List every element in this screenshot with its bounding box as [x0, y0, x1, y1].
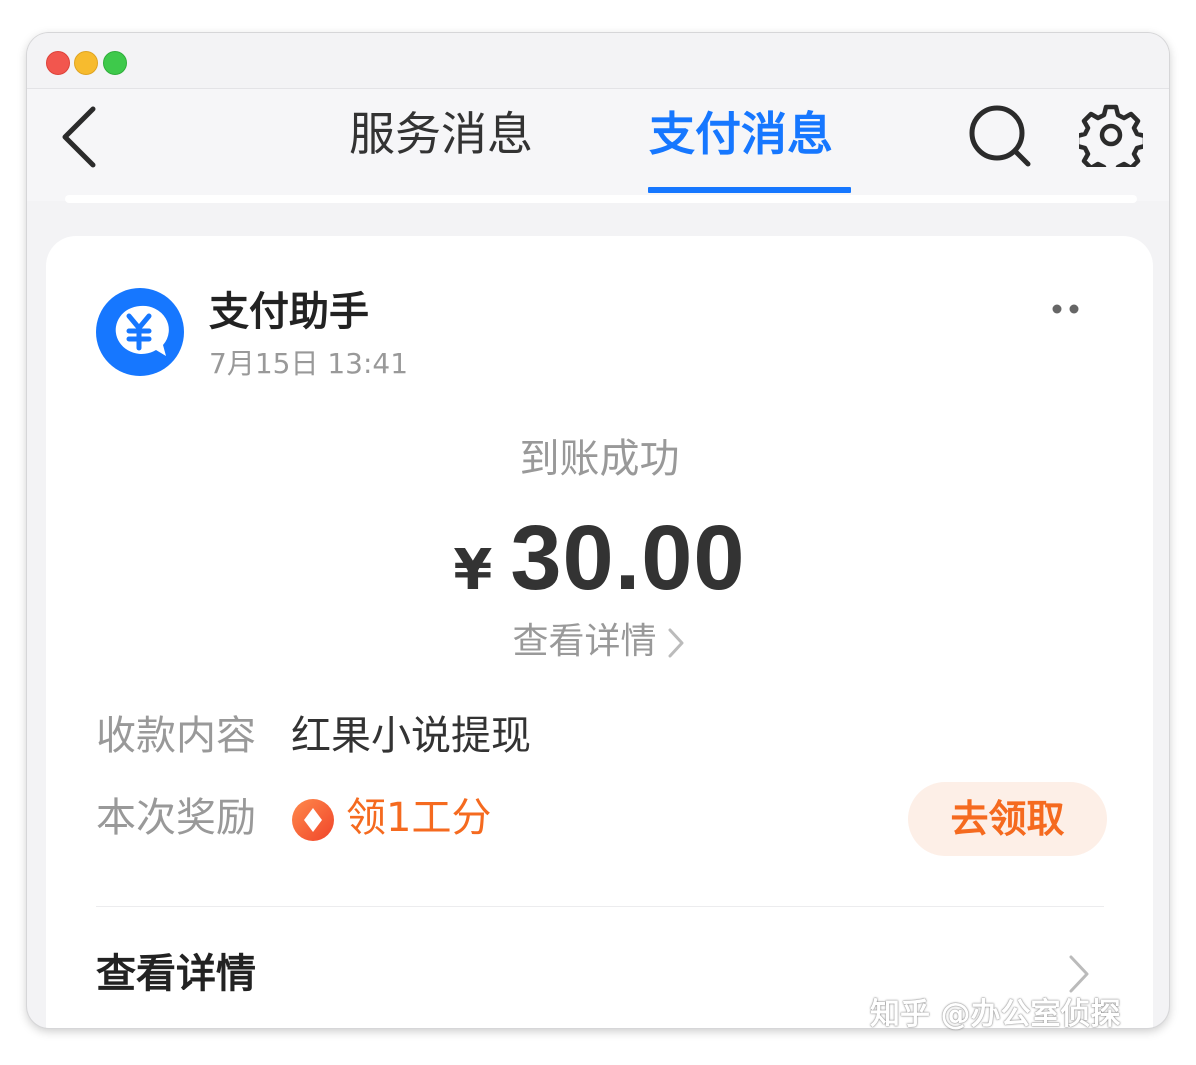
claim-reward-button[interactable]: 去领取 [908, 782, 1107, 856]
card-divider [96, 906, 1104, 907]
reward-value: 领1工分 [346, 795, 492, 841]
message-timestamp: 7月15日 13:41 [209, 347, 409, 380]
payment-amount: 30.00 [510, 507, 746, 609]
receipt-content-value: 红果小说提现 [291, 713, 531, 759]
app-window: 服务消息 支付消息 支付助手 7月15日 13:41 到账成功 ¥ 30.00 … [27, 33, 1169, 1028]
reward-label: 本次奖励 [96, 795, 256, 841]
maximize-window-button[interactable] [103, 51, 127, 75]
view-details-link[interactable]: 查看详情 [46, 616, 1153, 668]
tab-payment-messages[interactable]: 支付消息 [649, 99, 833, 169]
active-tab-indicator [648, 187, 851, 193]
chevron-right-icon[interactable] [1066, 952, 1092, 996]
payment-message-card: 支付助手 7月15日 13:41 到账成功 ¥30.00 查看详情 收款内容 红… [46, 236, 1153, 1028]
view-details-footer-link[interactable]: 查看详情 [96, 946, 256, 1002]
payment-status: 到账成功 [519, 436, 680, 482]
navigation-bar: 服务消息 支付消息 [27, 89, 1169, 201]
yuan-chat-bubble-icon [96, 288, 184, 376]
more-dots-icon[interactable] [1050, 302, 1082, 316]
minimize-window-button[interactable] [74, 51, 98, 75]
reward-coin-icon [292, 799, 334, 841]
currency-symbol: ¥ [453, 538, 493, 603]
window-titlebar [27, 33, 1169, 89]
chevron-left-icon[interactable] [59, 105, 99, 169]
sender-name: 支付助手 [209, 289, 369, 335]
watermark-text: 知乎 @办公室侦探 [870, 997, 1121, 1032]
amount-row: ¥30.00 [46, 506, 1153, 611]
chevron-right-icon [668, 628, 683, 658]
close-window-button[interactable] [46, 51, 70, 75]
receipt-content-label: 收款内容 [96, 713, 256, 759]
gear-icon[interactable] [1079, 103, 1143, 167]
screenshot-stage: 服务消息 支付消息 支付助手 7月15日 13:41 到账成功 ¥ 30.00 … [0, 0, 1196, 1065]
search-icon[interactable] [967, 103, 1033, 169]
tab-service-messages[interactable]: 服务消息 [349, 99, 533, 169]
nav-bottom-strip [65, 195, 1137, 203]
view-details-label: 查看详情 [512, 621, 657, 662]
